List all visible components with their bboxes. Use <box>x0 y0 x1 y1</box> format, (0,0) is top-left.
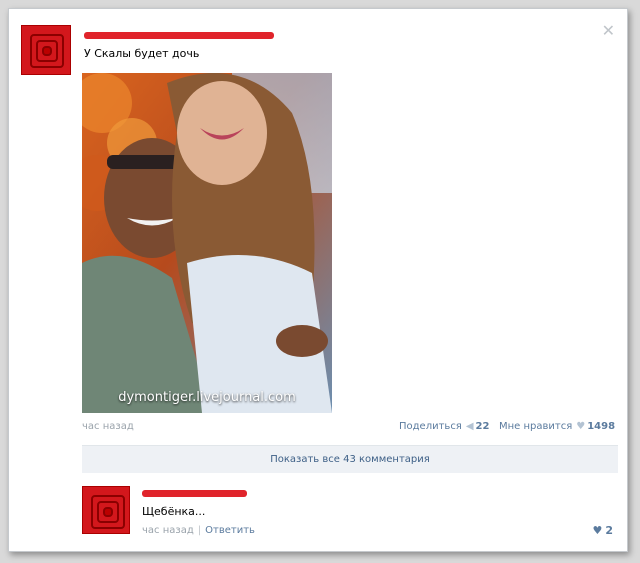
separator: | <box>197 525 202 536</box>
like-button[interactable]: Мне нравится ♥ 1498 <box>499 421 615 432</box>
comment-timestamp[interactable]: час назад <box>142 525 194 536</box>
comment-author-avatar[interactable] <box>82 486 130 534</box>
share-count: 22 <box>475 421 490 432</box>
post-photo[interactable]: dymontiger.livejournal.com <box>82 73 332 413</box>
heart-icon: ♥ <box>592 524 603 537</box>
show-all-comments-button[interactable]: Показать все 43 комментария <box>82 445 618 473</box>
megaphone-icon: ◀ <box>465 421 474 432</box>
comment-like-count: 2 <box>605 524 613 537</box>
post-timestamp[interactable]: час назад <box>82 421 134 432</box>
close-icon[interactable]: ✕ <box>602 23 615 39</box>
comment-text: Щебёнка... <box>142 505 206 518</box>
photo-image <box>82 73 332 413</box>
post-author-avatar[interactable] <box>21 25 71 75</box>
post-text: У Скалы будет дочь <box>84 47 200 60</box>
avatar-pattern <box>103 507 113 517</box>
photo-watermark: dymontiger.livejournal.com <box>118 390 296 405</box>
comment-like-button[interactable]: ♥ 2 <box>592 524 613 537</box>
reply-link[interactable]: Ответить <box>205 525 255 536</box>
redacted-author-name <box>84 32 274 39</box>
share-label: Поделиться <box>399 421 462 432</box>
comment-meta: час назад | Ответить <box>142 525 255 536</box>
like-label: Мне нравится <box>499 421 573 432</box>
like-count: 1498 <box>587 421 616 432</box>
wall-post-card: ✕ У Скалы будет дочь dymontiger.livejour… <box>8 8 628 552</box>
avatar-pattern <box>42 46 52 56</box>
heart-icon: ♥ <box>576 421 586 432</box>
share-button[interactable]: Поделиться ◀ 22 <box>399 421 489 432</box>
redacted-commenter-name <box>142 490 247 497</box>
